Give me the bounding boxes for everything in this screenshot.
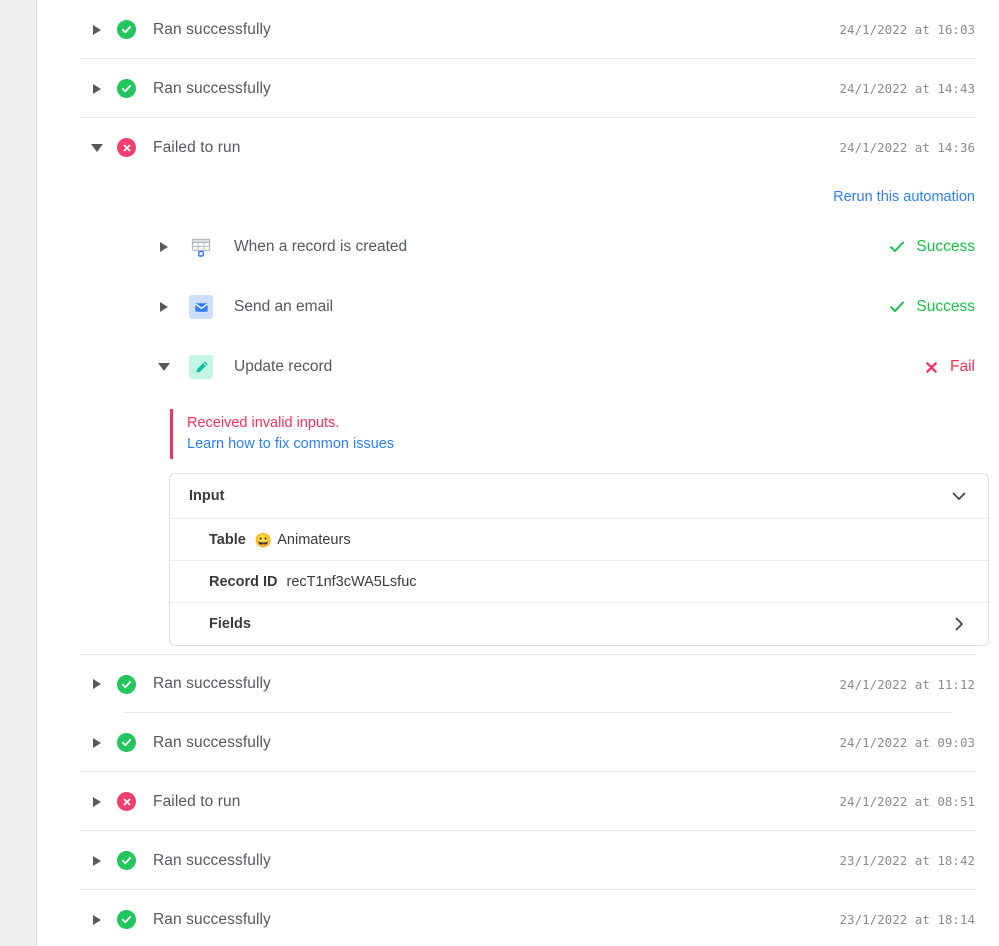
triangle-right-icon[interactable] [89, 735, 105, 751]
input-card-header[interactable]: Input [170, 474, 988, 519]
check-circle-icon [117, 20, 136, 39]
triangle-down-icon[interactable] [156, 359, 172, 375]
run-history-row[interactable]: Ran successfully 24/1/2022 at 09:03 [37, 713, 999, 772]
step-status-badge: Success [890, 298, 975, 316]
run-timestamp: 24/1/2022 at 09:03 [839, 735, 975, 750]
triangle-right-icon[interactable] [156, 239, 172, 255]
error-message: Received invalid inputs. [187, 415, 340, 431]
automation-step-label: Update record [234, 358, 333, 375]
triangle-right-icon[interactable] [89, 676, 105, 692]
run-detail-panel: Rerun this automation When a record is c… [37, 177, 999, 654]
run-status-label: Ran successfully [153, 910, 271, 928]
automation-step-row-expanded[interactable]: Update record Fail [37, 337, 999, 397]
input-card-title: Input [189, 488, 225, 504]
triangle-right-icon[interactable] [156, 299, 172, 315]
step-status-label: Success [916, 298, 975, 315]
chevron-down-icon[interactable] [952, 489, 966, 503]
triangle-right-icon[interactable] [89, 794, 105, 810]
automation-step-label: When a record is created [234, 238, 408, 255]
envelope-icon [189, 295, 213, 319]
check-circle-icon [117, 79, 136, 98]
input-card-row-table: Table 😀 Animateurs [170, 519, 988, 561]
run-status-label: Ran successfully [153, 675, 271, 692]
run-timestamp: 24/1/2022 at 08:51 [839, 794, 975, 809]
check-icon [890, 301, 905, 312]
triangle-right-icon[interactable] [89, 81, 105, 97]
step-status-label: Success [916, 238, 975, 255]
step-status-badge: Success [890, 238, 975, 256]
run-history-row[interactable]: Ran successfully 24/1/2022 at 11:12 [80, 654, 975, 713]
x-circle-icon [117, 792, 136, 811]
run-timestamp: 23/1/2022 at 18:42 [839, 853, 975, 868]
input-row-key: Record ID [209, 573, 278, 590]
run-history-list: Ran successfully 24/1/2022 at 16:03 Ran … [37, 0, 999, 946]
step-status-label: Fail [950, 358, 975, 375]
run-timestamp: 24/1/2022 at 11:12 [839, 676, 975, 692]
triangle-right-icon[interactable] [89, 853, 105, 869]
triangle-down-icon[interactable] [89, 140, 105, 156]
rerun-automation-link[interactable]: Rerun this automation [833, 189, 975, 205]
triangle-right-icon[interactable] [89, 912, 105, 928]
x-circle-icon [117, 138, 136, 157]
input-card-row-fields[interactable]: Fields [170, 603, 988, 645]
run-history-row[interactable]: Failed to run 24/1/2022 at 08:51 [37, 772, 999, 831]
input-row-key: Fields [209, 616, 251, 632]
input-row-value: 😀 Animateurs [255, 532, 351, 548]
triangle-right-icon[interactable] [89, 22, 105, 38]
check-circle-icon [117, 851, 136, 870]
step-error-block: Received invalid inputs. Learn how to fi… [170, 409, 999, 459]
x-icon [926, 361, 937, 373]
check-circle-icon [117, 733, 136, 752]
run-status-label: Failed to run [153, 138, 241, 156]
rerun-row: Rerun this automation [37, 177, 999, 217]
input-card-row-record-id: Record ID recT1nf3cWA5Lsfuc [170, 561, 988, 603]
automation-step-row[interactable]: Send an email Success [37, 277, 999, 337]
run-status-label: Ran successfully [153, 851, 271, 869]
smiley-emoji-icon: 😀 [254, 531, 273, 548]
run-history-row[interactable]: Ran successfully 24/1/2022 at 14:43 [37, 59, 999, 118]
run-timestamp: 24/1/2022 at 16:03 [839, 22, 975, 37]
step-status-badge: Fail [925, 358, 975, 376]
fix-common-issues-link[interactable]: Learn how to fix common issues [187, 434, 999, 455]
check-circle-icon [117, 910, 136, 929]
run-timestamp: 23/1/2022 at 18:14 [839, 912, 975, 927]
pencil-icon [189, 355, 213, 379]
check-circle-icon [117, 674, 136, 694]
input-row-value-text: Animateurs [277, 531, 351, 548]
automation-step-label: Send an email [234, 298, 334, 315]
chevron-right-icon[interactable] [952, 617, 966, 631]
run-status-label: Ran successfully [153, 79, 271, 97]
check-icon [890, 241, 905, 252]
run-timestamp: 24/1/2022 at 14:43 [839, 81, 975, 96]
run-status-label: Failed to run [153, 792, 241, 810]
run-history-row[interactable]: Ran successfully 24/1/2022 at 16:03 [37, 0, 999, 59]
input-row-key: Table [209, 531, 246, 548]
input-row-value-text: recT1nf3cWA5Lsfuc [286, 573, 417, 590]
run-status-label: Ran successfully [153, 20, 271, 38]
step-input-card: Input Table 😀 Animateurs Record ID recT1… [169, 473, 989, 646]
run-history-row[interactable]: Ran successfully 23/1/2022 at 18:14 [37, 890, 999, 946]
table-grid-icon [189, 235, 213, 259]
run-history-row-expanded[interactable]: Failed to run 24/1/2022 at 14:36 [37, 118, 999, 177]
automation-run-history-page: Ran successfully 24/1/2022 at 16:03 Ran … [0, 0, 999, 946]
automation-step-row[interactable]: When a record is created Success [37, 217, 999, 277]
run-status-label: Ran successfully [153, 733, 271, 751]
run-history-row[interactable]: Ran successfully 23/1/2022 at 18:42 [37, 831, 999, 890]
run-timestamp: 24/1/2022 at 14:36 [839, 140, 975, 155]
left-gutter-rail [0, 0, 37, 946]
